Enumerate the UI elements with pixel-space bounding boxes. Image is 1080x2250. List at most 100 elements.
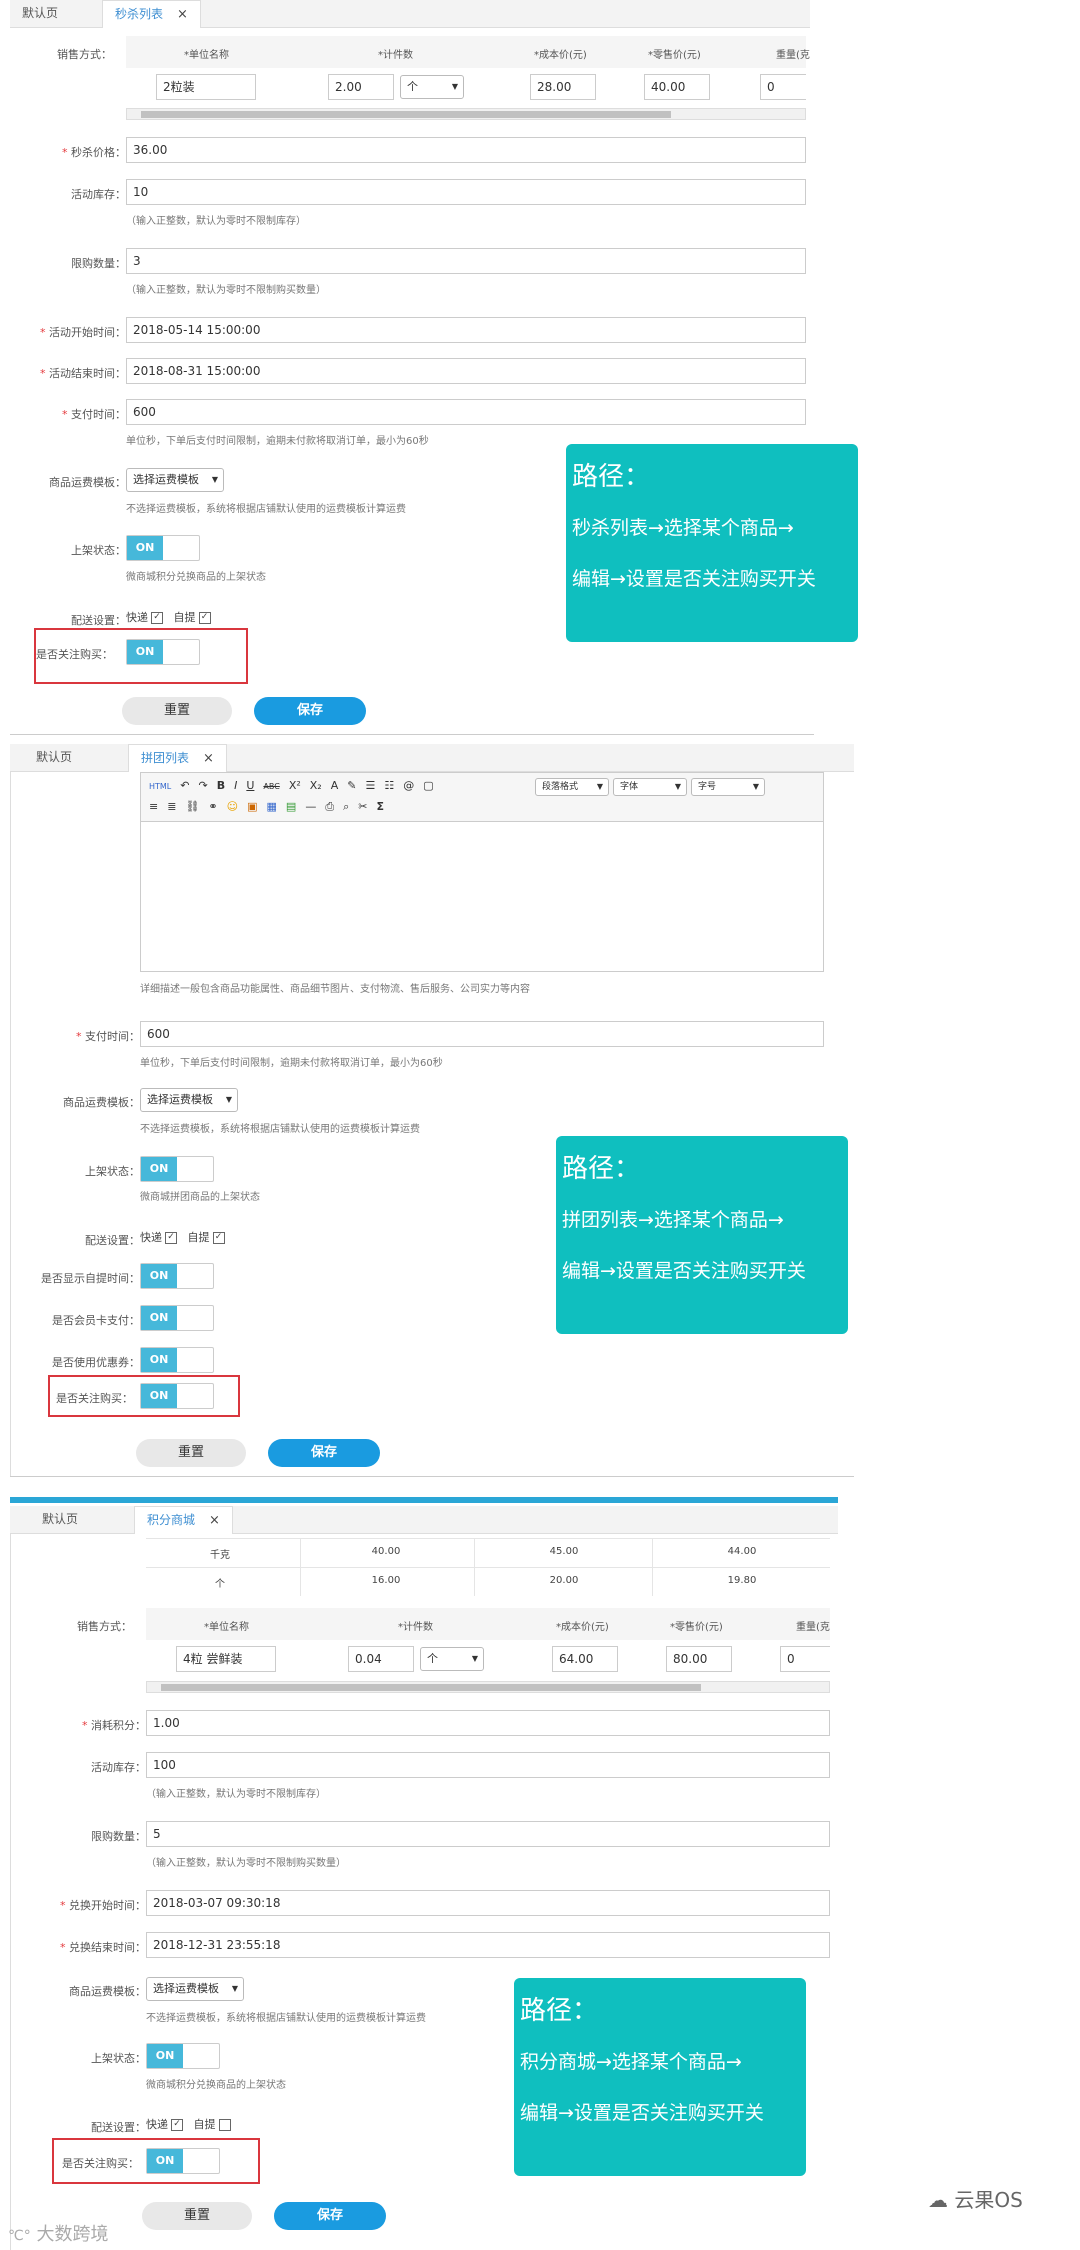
close-icon[interactable]: × — [203, 751, 214, 766]
end-time-input[interactable]: 2018-08-31 15:00:00 — [126, 358, 806, 384]
use-coupon-toggle[interactable]: ON — [140, 1347, 214, 1373]
status-toggle[interactable]: ON — [146, 2043, 220, 2069]
limit-input[interactable]: 3 — [126, 248, 806, 274]
tab-group-list[interactable]: 拼团列表 × — [128, 744, 227, 772]
points-cost-input[interactable]: 1.00 — [146, 1710, 830, 1736]
unit-name-input[interactable]: 2粒装 — [156, 74, 256, 100]
preview-icon[interactable]: ⌕ — [343, 800, 349, 814]
shipping-template-select[interactable]: 选择运费模板 ▼ — [126, 468, 224, 492]
pay-time-input[interactable]: 600 — [140, 1021, 824, 1047]
cost-input[interactable]: 28.00 — [530, 74, 596, 100]
video-icon[interactable]: ▦ — [267, 800, 277, 813]
reset-button[interactable]: 重置 — [122, 697, 232, 725]
font-color-icon[interactable]: A — [331, 779, 339, 792]
column-unit-name: *单位名称 — [184, 50, 229, 61]
show-pickup-time-toggle[interactable]: ON — [140, 1263, 214, 1289]
unordered-list-icon[interactable]: ☷ — [384, 779, 394, 792]
save-button[interactable]: 保存 — [274, 2202, 386, 2230]
reset-button[interactable]: 重置 — [136, 1439, 246, 1467]
member-card-pay-toggle[interactable]: ON — [140, 1305, 214, 1331]
close-icon[interactable]: × — [209, 1513, 220, 1528]
stock-input[interactable]: 100 — [146, 1752, 830, 1778]
toggle-on-label: ON — [127, 640, 163, 664]
follow-purchase-toggle[interactable]: ON — [140, 1383, 214, 1409]
stock-input[interactable]: 10 — [126, 179, 806, 205]
strikethrough-icon[interactable]: ABC — [263, 782, 279, 791]
close-icon[interactable]: × — [177, 7, 188, 22]
redeem-end-input[interactable]: 2018-12-31 23:55:18 — [146, 1932, 830, 1958]
tab-seckill-list[interactable]: 秒杀列表 × — [102, 0, 201, 28]
shipping-template-select[interactable]: 选择运费模板 ▼ — [146, 1977, 244, 2001]
pickup-checkbox[interactable]: ✓ — [212, 1232, 225, 1244]
print-icon[interactable]: ⎙ — [325, 800, 334, 814]
unlink-icon[interactable]: ⚭ — [208, 800, 217, 813]
subscript-icon[interactable]: X₂ — [310, 779, 322, 792]
weight-input[interactable]: 0 — [760, 74, 806, 100]
rich-text-editor[interactable]: HTML ↶ ↷ B I U ABC X² X₂ A ✎ ☰ ☷ @ ▢ 段落格式 ▼ 字体 ▼ 字号 ▼ ≡ ≣ ⛓… — [140, 772, 824, 972]
express-checkbox[interactable]: ✓ — [151, 612, 163, 624]
font-size-select[interactable]: 字号 ▼ — [691, 778, 765, 796]
express-checkbox[interactable]: ✓ — [165, 1232, 177, 1244]
scrollbar-thumb[interactable] — [161, 1684, 701, 1691]
unit-name-input[interactable]: 4粒 尝鲜装 — [176, 1646, 276, 1672]
count-unit-select[interactable]: 个 ▼ — [420, 1647, 484, 1671]
highlight-icon[interactable]: ✎ — [347, 779, 356, 792]
start-time-input[interactable]: 2018-05-14 15:00:00 — [126, 317, 806, 343]
weight-input[interactable]: 0 — [780, 1646, 830, 1672]
count-input[interactable]: 2.00 — [328, 74, 394, 100]
html-icon[interactable]: HTML — [149, 782, 171, 791]
horizontal-rule-icon[interactable]: — — [305, 800, 316, 813]
align-justify-icon[interactable]: ≣ — [167, 800, 176, 813]
retail-input[interactable]: 40.00 — [644, 74, 710, 100]
formula-icon[interactable]: Σ — [377, 800, 385, 813]
page-icon[interactable]: ▢ — [423, 779, 433, 792]
cost-input[interactable]: 64.00 — [552, 1646, 618, 1672]
follow-purchase-toggle[interactable]: ON — [146, 2148, 220, 2174]
shipping-template-select[interactable]: 选择运费模板 ▼ — [140, 1088, 238, 1112]
dropdown-arrow-icon: ▼ — [596, 782, 603, 791]
superscript-icon[interactable]: X² — [289, 779, 301, 792]
save-button[interactable]: 保存 — [254, 697, 366, 725]
pickup-checkbox[interactable] — [218, 2119, 231, 2131]
image-icon[interactable]: ▣ — [247, 800, 257, 813]
table-icon[interactable]: ▤ — [286, 800, 296, 813]
seckill-price-input[interactable]: 36.00 — [126, 137, 806, 163]
express-checkbox[interactable]: ✓ — [171, 2119, 183, 2131]
retail-input[interactable]: 80.00 — [666, 1646, 732, 1672]
count-input[interactable]: 0.04 — [348, 1646, 414, 1672]
undo-icon[interactable]: ↶ — [180, 779, 189, 792]
redo-icon[interactable]: ↷ — [198, 779, 207, 792]
horizontal-scrollbar[interactable] — [126, 108, 806, 120]
pay-time-input[interactable]: 600 — [126, 399, 806, 425]
save-button[interactable]: 保存 — [268, 1439, 380, 1467]
tab-points-mall[interactable]: 积分商城 × — [134, 1506, 233, 1534]
link-icon[interactable]: @ — [403, 779, 414, 792]
table-cell: 40.00 — [371, 1546, 401, 1557]
link-icon[interactable]: ⛓ — [185, 800, 199, 813]
scrollbar-thumb[interactable] — [141, 111, 671, 118]
dropdown-arrow-icon: ▼ — [211, 475, 218, 484]
horizontal-scrollbar[interactable] — [146, 1681, 830, 1693]
tab-default[interactable]: 默认页 — [30, 1506, 90, 1533]
follow-purchase-toggle[interactable]: ON — [126, 639, 200, 665]
cut-icon[interactable]: ✂ — [358, 800, 367, 813]
pickup-checkbox[interactable]: ✓ — [198, 612, 211, 624]
bold-icon[interactable]: B — [217, 779, 225, 792]
reset-button[interactable]: 重置 — [142, 2202, 252, 2230]
italic-icon[interactable]: I — [234, 779, 237, 792]
tab-default[interactable]: 默认页 — [10, 0, 70, 27]
toolbar-row: HTML ↶ ↷ B I U ABC X² X₂ A ✎ ☰ ☷ @ ▢ — [149, 779, 443, 792]
limit-input[interactable]: 5 — [146, 1821, 830, 1847]
ordered-list-icon[interactable]: ☰ — [365, 779, 375, 792]
watermark-right: ☁ 云果OS — [928, 2184, 1023, 2213]
paragraph-format-select[interactable]: 段落格式 ▼ — [535, 778, 609, 796]
font-family-select[interactable]: 字体 ▼ — [613, 778, 687, 796]
underline-icon[interactable]: U — [246, 779, 254, 792]
align-center-icon[interactable]: ≡ — [149, 800, 158, 813]
count-unit-select[interactable]: 个 ▼ — [400, 75, 464, 99]
emoji-icon[interactable]: ☺ — [227, 800, 238, 813]
redeem-start-input[interactable]: 2018-03-07 09:30:18 — [146, 1890, 830, 1916]
tab-default[interactable]: 默认页 — [24, 744, 84, 771]
status-toggle[interactable]: ON — [126, 535, 200, 561]
status-toggle[interactable]: ON — [140, 1156, 214, 1182]
